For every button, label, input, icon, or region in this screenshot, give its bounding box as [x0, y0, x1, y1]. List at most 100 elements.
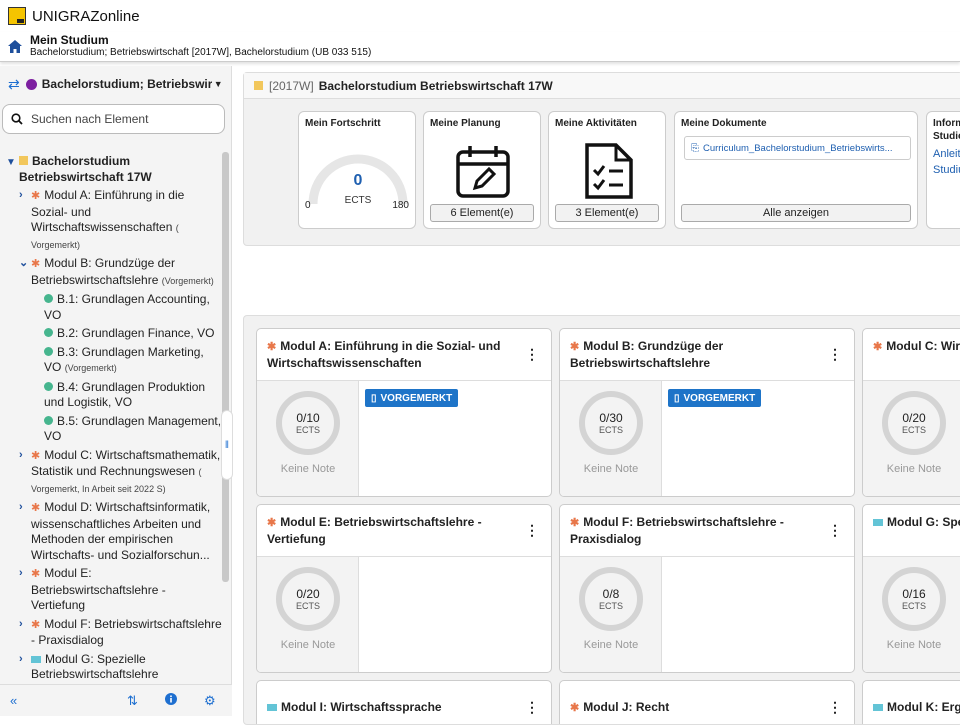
module-card-a[interactable]: ✱ Modul A: Einführung in die Sozial- und … [256, 328, 552, 497]
ects-value: 0/8 [602, 587, 620, 601]
tree-item-label: Modul D: Wirtschaftsinformatik, wissensc… [31, 500, 211, 562]
ects-value: 0/30 [599, 411, 623, 425]
chevron-right-icon[interactable]: › [19, 652, 23, 668]
swap-icon[interactable]: ⇄ [8, 76, 20, 93]
card-title[interactable]: Modul C: Wirts und Rechnungsw [886, 339, 960, 353]
card-title[interactable]: Modul I: Wirtschaftssprache [281, 700, 442, 714]
module-card-f[interactable]: ✱ Modul F: Betriebswirtschaftslehre - Pra… [559, 504, 855, 673]
tree-item-modul-d[interactable]: › ✱ Modul D: Wirtschaftsinformatik, wisse… [0, 500, 222, 563]
home-icon[interactable] [0, 40, 30, 53]
tile-planung[interactable]: Meine Planung 6 Element(e) [423, 111, 541, 229]
tree-item-label: Modul F: Betriebswirtschaftslehre - Prax… [31, 616, 222, 648]
tree-item-modul-a[interactable]: › ✱ Modul A: Einführung in die Sozial- un… [0, 188, 222, 253]
tile-aktivitaeten[interactable]: Meine Aktivitäten 3 Element(e) [548, 111, 666, 229]
tree-item-b2[interactable]: B.2: Grundlagen Finance, VO [0, 326, 222, 342]
tile-fortschritt[interactable]: Mein Fortschritt 0 ECTS 0 180 [298, 111, 416, 229]
chevron-down-icon[interactable]: ▼ [214, 79, 223, 89]
tree-item-modul-g[interactable]: › Modul G: Spezielle Betriebswirtschafts… [0, 652, 222, 683]
vorgemerkt-badge[interactable]: ▯ VORGEMERKT [668, 389, 762, 407]
chevron-right-icon[interactable]: › [19, 448, 23, 464]
module-star-icon: ✱ [570, 702, 580, 714]
card-title[interactable]: Modul K: Ergän [887, 700, 960, 714]
search-input[interactable] [31, 112, 211, 126]
chevron-down-icon[interactable]: ⌄ [19, 256, 28, 272]
tree-root[interactable]: ▼ Bachelorstudium Betriebswirtschaft 17W [0, 152, 222, 185]
sidebar-resize-handle[interactable]: ‖ [221, 410, 233, 480]
tree-item-modul-f[interactable]: › ✱ Modul F: Betriebswirtschaftslehre - P… [0, 617, 222, 649]
more-vertical-icon[interactable]: ⋮ [828, 346, 842, 362]
card-body: 0/20 ECTS Keine Note [257, 557, 551, 672]
app-title[interactable]: UNIGRAZonline [32, 8, 140, 25]
ects-ring: 0/16 ECTS [882, 567, 946, 631]
document-name[interactable]: Curriculum_Bachelorstudium_Betriebswirts… [703, 143, 893, 154]
module-square-icon [873, 519, 883, 526]
card-title[interactable]: Modul G: Spez [887, 515, 960, 529]
more-vertical-icon[interactable]: ⋮ [525, 346, 539, 362]
chevron-down-icon[interactable]: ▼ [6, 155, 16, 171]
card-title[interactable]: Modul J: Recht [583, 700, 669, 714]
context-title: Mein Studium [30, 33, 109, 47]
study-selector[interactable]: ⇄ Bachelorstudium; Betriebswirtsch ▼ [0, 66, 231, 102]
more-vertical-icon[interactable]: ⋮ [525, 699, 539, 715]
gear-icon[interactable]: ⚙ [204, 693, 216, 709]
tile-title: Mein Fortschritt [305, 118, 381, 129]
ects-unit: ECTS [598, 601, 623, 611]
course-dot-icon [44, 415, 53, 425]
tree-item-modul-e[interactable]: › ✱ Modul E: Betriebswirtschaftslehre - V… [0, 566, 222, 614]
vorgemerkt-badge[interactable]: ▯ VORGEMERKT [365, 389, 459, 407]
progress-value: 0 [353, 172, 363, 189]
tree-item-label: B.5: Grundlagen Management, VO [44, 413, 222, 444]
card-title[interactable]: Modul B: Grundzüge der Betriebswirtschaf… [570, 339, 723, 370]
chevron-right-icon[interactable]: › [19, 500, 23, 516]
more-vertical-icon[interactable]: ⋮ [828, 699, 842, 715]
tree-item-b4[interactable]: B.4: Grundlagen Produktion und Logistik,… [0, 380, 222, 411]
chevron-right-icon[interactable]: › [19, 617, 23, 633]
chevron-right-icon[interactable]: › [19, 188, 23, 204]
module-star-icon: ✱ [267, 341, 277, 353]
module-card-b[interactable]: ✱ Modul B: Grundzüge der Betriebswirtscha… [559, 328, 855, 497]
more-vertical-icon[interactable]: ⋮ [525, 522, 539, 538]
tile-information[interactable]: Inform Studie Anleit Studiu [926, 111, 960, 229]
module-star-icon: ✱ [570, 517, 580, 529]
tree-item-b5[interactable]: B.5: Grundlagen Management, VO [0, 414, 222, 445]
module-card-g[interactable]: Modul G: Spez 0/16 ECTS Keine Note [862, 504, 960, 673]
ects-value: 0/20 [296, 587, 320, 601]
course-dot-icon [44, 328, 53, 337]
search-box[interactable] [2, 104, 225, 134]
tree-item-modul-b[interactable]: ⌄ ✱ Modul B: Grundzüge der Betriebswirtsc… [0, 256, 222, 289]
tree-item-label: B.2: Grundlagen Finance, VO [57, 326, 215, 340]
module-card-e[interactable]: ✱ Modul E: Betriebswirtschaftslehre - Ver… [256, 504, 552, 673]
info-link-1[interactable]: Anleit [933, 148, 960, 160]
module-card-c[interactable]: ✱Modul C: Wirts und Rechnungsw 0/20 ECTS… [862, 328, 960, 497]
ects-unit: ECTS [598, 425, 623, 435]
tile-dokumente[interactable]: Meine Dokumente ⎘ Curriculum_Bachelorstu… [674, 111, 918, 229]
info-link-2[interactable]: Studiu [933, 164, 960, 176]
tree-item-b1[interactable]: B.1: Grundlagen Accounting, VO [0, 292, 222, 323]
grade-text: Keine Note [280, 639, 336, 651]
unigraz-logo-icon[interactable] [8, 7, 26, 25]
study-selector-label[interactable]: Bachelorstudium; Betriebswirtsch [42, 77, 212, 91]
collapse-double-chevron-icon[interactable]: « [10, 693, 17, 708]
tree-item-b3[interactable]: B.3: Grundlagen Marketing, VO (Vorgemerk… [0, 345, 222, 377]
sort-icon[interactable]: ⇅ [127, 693, 138, 709]
module-card-j[interactable]: ✱ Modul J: Recht ⋮ [559, 680, 855, 724]
document-link[interactable]: ⎘ Curriculum_Bachelorstudium_Betriebswir… [684, 136, 911, 160]
card-title[interactable]: Modul E: Betriebswirtschaftslehre - Vert… [267, 515, 482, 546]
planung-button[interactable]: 6 Element(e) [430, 204, 534, 222]
module-card-k[interactable]: Modul K: Ergän [862, 680, 960, 724]
tree-item-label: Modul C: Wirtschaftsmathematik, Statisti… [31, 447, 221, 479]
card-title[interactable]: Modul A: Einführung in die Sozial- und W… [267, 339, 500, 370]
tree-item-modul-c[interactable]: › ✱ Modul C: Wirtschaftsmathematik, Stati… [0, 448, 222, 498]
sidebar-scrollbar[interactable] [222, 152, 229, 582]
more-vertical-icon[interactable]: ⋮ [828, 522, 842, 538]
overview-panel: [2017W] Bachelorstudium Betriebswirtscha… [243, 72, 960, 246]
tile-title: Meine Aktivitäten [555, 118, 637, 129]
module-card-i[interactable]: Modul I: Wirtschaftssprache ⋮ [256, 680, 552, 724]
chevron-right-icon[interactable]: › [19, 566, 23, 582]
alle-anzeigen-button[interactable]: Alle anzeigen [681, 204, 911, 222]
info-icon[interactable] [165, 693, 177, 708]
aktivitaeten-button[interactable]: 3 Element(e) [555, 204, 659, 222]
module-star-icon: ✱ [31, 449, 41, 462]
card-title[interactable]: Modul F: Betriebswirtschaftslehre - Prax… [570, 515, 784, 546]
ects-ring: 0/30 ECTS [579, 391, 643, 455]
